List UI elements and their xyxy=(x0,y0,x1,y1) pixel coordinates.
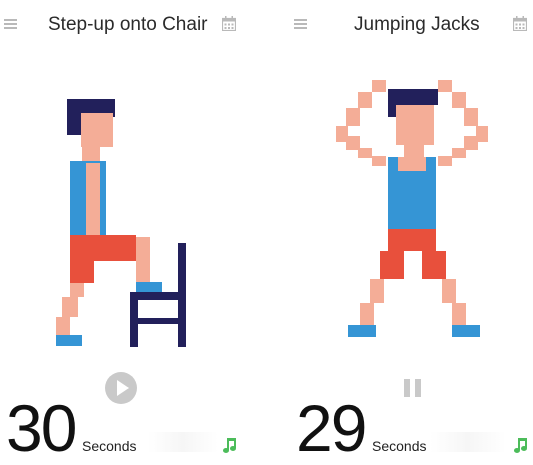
play-icon[interactable] xyxy=(104,371,138,405)
timer-unit: Seconds xyxy=(372,438,427,454)
music-note-icon[interactable] xyxy=(223,438,237,454)
music-note-icon[interactable] xyxy=(514,438,528,454)
exercise-screen-step-up: Step-up onto Chair 30 Seconds xyxy=(0,0,262,465)
timer-count: 30 xyxy=(6,391,77,465)
progress-track xyxy=(430,432,506,452)
jumping-jacks-figure-illustration xyxy=(336,80,488,337)
timer-count: 29 xyxy=(296,391,367,465)
progress-track xyxy=(148,432,218,452)
step-up-figure-illustration xyxy=(56,99,186,347)
pause-icon[interactable] xyxy=(402,377,424,399)
exercise-screen-jumping-jacks: Jumping Jacks 29 Seconds xyxy=(290,0,533,465)
timer-unit: Seconds xyxy=(82,438,137,454)
